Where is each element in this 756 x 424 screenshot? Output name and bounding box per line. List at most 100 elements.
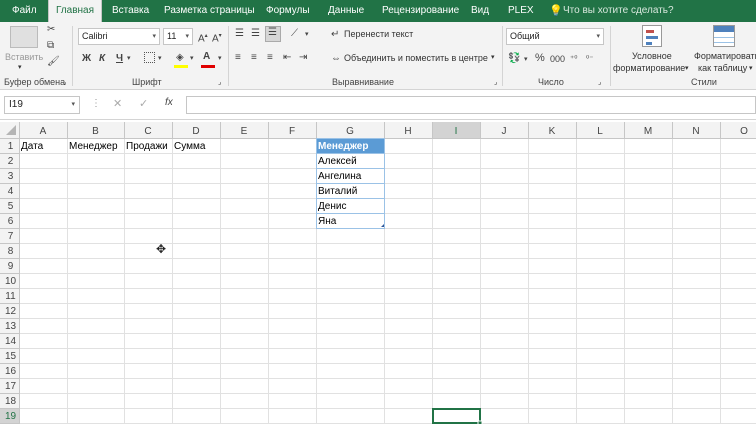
tell-me-search[interactable]: Что вы хотите сделать? — [563, 0, 674, 22]
row-header-17[interactable]: 17 — [5, 381, 17, 392]
underline-button[interactable]: Ч — [116, 53, 123, 65]
increase-decimal-icon[interactable]: ⁺⁰ — [570, 53, 577, 65]
column-header-N[interactable]: N — [692, 126, 699, 137]
column-header-A[interactable]: A — [40, 126, 47, 137]
format-as-table-chevron-icon[interactable]: ▾ — [749, 64, 753, 72]
tab-formulas[interactable]: Формулы — [266, 0, 310, 22]
row-header-16[interactable]: 16 — [5, 366, 17, 377]
conditional-format-button-line2[interactable]: форматирование — [613, 63, 685, 73]
cell-G4[interactable]: Виталий — [318, 186, 357, 197]
align-top-icon[interactable]: ☰ — [235, 28, 244, 40]
number-launcher-icon[interactable]: ⌟ — [598, 78, 601, 86]
clipboard-launcher-icon[interactable]: ⌟ — [63, 78, 66, 86]
row-header-18[interactable]: 18 — [5, 396, 17, 407]
column-header-K[interactable]: K — [549, 126, 556, 137]
align-center-icon[interactable]: ≡ — [251, 52, 257, 64]
row-header-9[interactable]: 9 — [8, 261, 14, 272]
cell-G6[interactable]: Яна — [318, 216, 337, 227]
cell-G5[interactable]: Денис — [318, 201, 346, 212]
row-header-19[interactable]: 19 — [5, 411, 17, 422]
align-bottom-icon[interactable]: ☰ — [265, 26, 281, 42]
decrease-indent-icon[interactable]: ⇤ — [283, 52, 291, 64]
cell-C1[interactable]: Продажи — [126, 141, 168, 152]
increase-font-icon[interactable]: A▴ — [198, 30, 208, 45]
row-header-4[interactable]: 4 — [8, 186, 14, 197]
name-box[interactable]: I19 ▾ — [4, 96, 80, 114]
tab-file[interactable]: Файл — [12, 0, 37, 22]
row-header-10[interactable]: 10 — [5, 276, 17, 287]
row-header-11[interactable]: 11 — [5, 291, 16, 302]
column-header-C[interactable]: C — [144, 126, 151, 137]
currency-dropdown-chevron-icon[interactable]: ▾ — [524, 54, 528, 66]
copy-icon[interactable]: ⧉ — [47, 40, 54, 52]
row-header-6[interactable]: 6 — [8, 216, 14, 227]
cancel-icon[interactable]: ✕ — [113, 97, 122, 110]
decrease-decimal-icon[interactable]: ⁰⁻ — [586, 53, 593, 65]
align-middle-icon[interactable]: ☰ — [251, 28, 260, 40]
format-painter-icon[interactable]: 🖌 — [47, 56, 60, 68]
merge-dropdown-chevron-icon[interactable]: ▾ — [491, 53, 495, 61]
row-header-2[interactable]: 2 — [8, 156, 14, 167]
column-header-B[interactable]: B — [92, 126, 99, 137]
number-format-combo[interactable]: Общий ▾ — [506, 28, 604, 45]
underline-dropdown-chevron-icon[interactable]: ▾ — [127, 53, 131, 65]
row-header-5[interactable]: 5 — [8, 201, 14, 212]
cell-B1[interactable]: Менеджер — [69, 141, 118, 152]
font-color-dropdown-chevron-icon[interactable]: ▾ — [218, 53, 222, 65]
align-right-icon[interactable]: ≡ — [267, 52, 273, 64]
column-header-D[interactable]: D — [192, 126, 199, 137]
conditional-format-button-line1[interactable]: Условное — [632, 51, 672, 61]
cut-icon[interactable]: ✂ — [47, 24, 55, 36]
cell-G2[interactable]: Алексей — [318, 156, 357, 167]
borders-icon[interactable] — [144, 52, 155, 63]
merge-center-button[interactable]: Объединить и поместить в центре — [344, 53, 488, 63]
row-header-3[interactable]: 3 — [8, 171, 14, 182]
format-as-table-button-line1[interactable]: Форматировать — [694, 51, 756, 61]
column-header-F[interactable]: F — [289, 126, 295, 137]
column-header-L[interactable]: L — [597, 126, 603, 137]
borders-dropdown-chevron-icon[interactable]: ▾ — [158, 53, 162, 65]
enter-check-icon[interactable]: ✓ — [139, 97, 148, 110]
column-header-G[interactable]: G — [346, 126, 354, 137]
tab-page-layout[interactable]: Разметка страницы — [164, 0, 255, 22]
formula-input[interactable] — [186, 96, 756, 114]
decrease-font-icon[interactable]: A▾ — [212, 30, 222, 45]
tab-review[interactable]: Рецензирование — [382, 0, 459, 22]
grid-canvas[interactable]: A B C D E F G H I J K L M N O1234567891011121314151617… — [0, 122, 756, 424]
thousands-separator-button[interactable]: 000 — [550, 53, 565, 65]
column-header-E[interactable]: E — [241, 126, 248, 137]
percent-button[interactable]: % — [535, 52, 545, 64]
orientation-dropdown-chevron-icon[interactable]: ▾ — [305, 29, 309, 41]
alignment-launcher-icon[interactable]: ⌟ — [494, 78, 497, 86]
font-size-combo[interactable]: 11 ▾ — [163, 28, 193, 45]
bold-button[interactable]: Ж — [82, 53, 91, 65]
column-header-J[interactable]: J — [502, 126, 507, 137]
font-launcher-icon[interactable]: ⌟ — [218, 78, 221, 86]
column-header-M[interactable]: M — [644, 126, 652, 137]
tab-plex[interactable]: PLEX — [508, 0, 534, 22]
column-header-I[interactable]: I — [455, 126, 458, 137]
italic-button[interactable]: К — [99, 53, 105, 65]
tab-data[interactable]: Данные — [328, 0, 364, 22]
row-header-15[interactable]: 15 — [5, 351, 17, 362]
wrap-text-button[interactable]: Перенести текст — [344, 29, 413, 39]
cell-D1[interactable]: Сумма — [174, 141, 206, 152]
tab-insert[interactable]: Вставка — [112, 0, 149, 22]
row-header-1[interactable]: 1 — [8, 141, 14, 152]
cell-A1[interactable]: Дата — [21, 141, 44, 152]
font-color-icon[interactable]: A — [203, 51, 210, 63]
worksheet-grid[interactable]: A B C D E F G H I J K L M N O 1 2 3 4 5 6 7 8 9 10 11 12 13 14 15 16 17… — [0, 122, 756, 424]
row-header-12[interactable]: 12 — [5, 306, 17, 317]
insert-function-button[interactable]: fx — [165, 97, 173, 108]
row-header-8[interactable]: 8 — [8, 246, 14, 257]
font-name-combo[interactable]: Calibri ▾ — [78, 28, 160, 45]
conditional-format-chevron-icon[interactable]: ▾ — [685, 64, 689, 72]
format-as-table-button-line2[interactable]: как таблицу — [698, 63, 747, 73]
paste-button[interactable]: Вставить — [5, 52, 43, 62]
tab-view[interactable]: Вид — [471, 0, 489, 22]
increase-indent-icon[interactable]: ⇥ — [299, 52, 307, 64]
paste-dropdown-chevron-icon[interactable]: ▾ — [18, 63, 22, 71]
orientation-icon[interactable]: ⟋ — [291, 28, 298, 40]
row-header-13[interactable]: 13 — [5, 321, 17, 332]
fill-dropdown-chevron-icon[interactable]: ▾ — [190, 53, 194, 65]
